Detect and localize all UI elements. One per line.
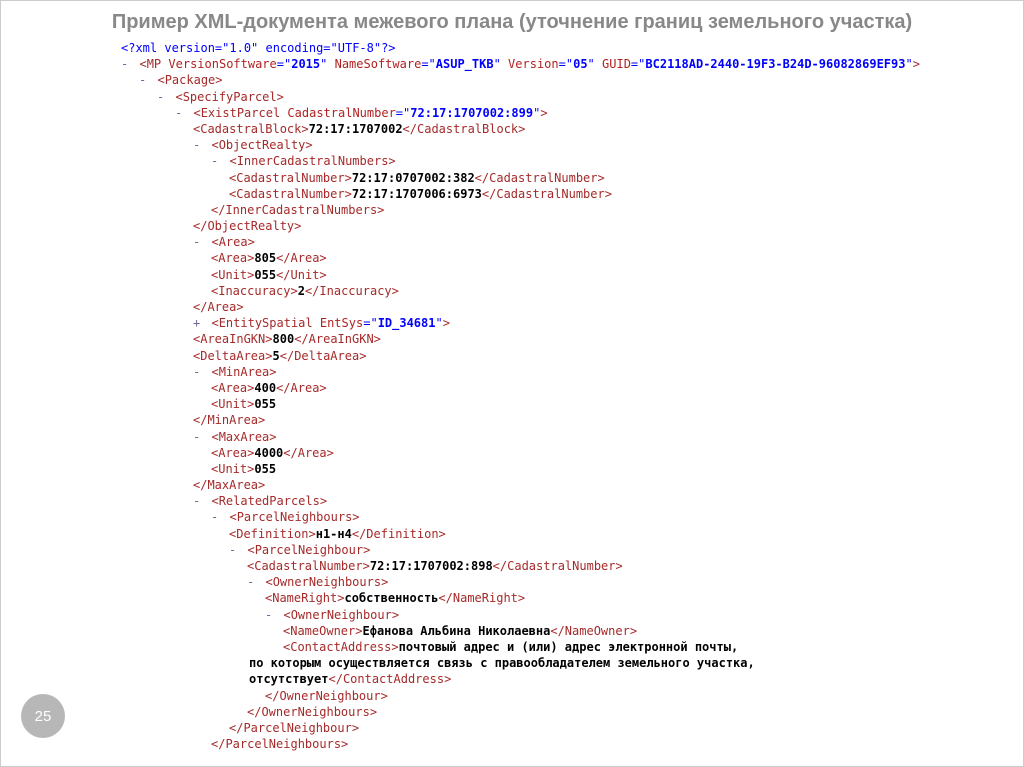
entityspatial: + <EntitySpatial EntSys="ID_34681"> xyxy=(121,315,1023,331)
parcelneighbours-open: - <ParcelNeighbours> xyxy=(121,509,1023,525)
area-open: - <Area> xyxy=(121,234,1023,250)
ownerneighbours-open: - <OwnerNeighbours> xyxy=(121,574,1023,590)
xml-source-view: <?xml version="1.0" encoding="UTF-8"?> -… xyxy=(1,40,1023,752)
contactaddress-line3: отсутствует</ContactAddress> xyxy=(121,671,1023,687)
maxarea-area: <Area>4000</Area> xyxy=(121,445,1023,461)
maxarea-close: </MaxArea> xyxy=(121,477,1023,493)
nameright: <NameRight>собственность</NameRight> xyxy=(121,590,1023,606)
ownerneighbour-close: </OwnerNeighbour> xyxy=(121,688,1023,704)
areaingkn: <AreaInGKN>800</AreaInGKN> xyxy=(121,331,1023,347)
parcelneighbour-close: </ParcelNeighbour> xyxy=(121,720,1023,736)
contactaddress-line1: <ContactAddress>почтовый адрес и (или) а… xyxy=(121,639,1023,655)
package-open: - <Package> xyxy=(121,72,1023,88)
cadastralnumber-2: <CadastralNumber>72:17:1707006:6973</Cad… xyxy=(121,186,1023,202)
maxarea-open: - <MaxArea> xyxy=(121,429,1023,445)
minarea-open: - <MinArea> xyxy=(121,364,1023,380)
ownerneighbour-open: - <OwnerNeighbour> xyxy=(121,607,1023,623)
definition: <Definition>н1-н4</Definition> xyxy=(121,526,1023,542)
maxarea-unit: <Unit>055 xyxy=(121,461,1023,477)
contactaddress-line2: по которым осуществляется связь с правоо… xyxy=(121,655,1023,671)
deltaarea: <DeltaArea>5</DeltaArea> xyxy=(121,348,1023,364)
minarea-area: <Area>400</Area> xyxy=(121,380,1023,396)
unit-value: <Unit>055</Unit> xyxy=(121,267,1023,283)
minarea-unit: <Unit>055 xyxy=(121,396,1023,412)
area-value: <Area>805</Area> xyxy=(121,250,1023,266)
cadastralblock: <CadastralBlock>72:17:1707002</Cadastral… xyxy=(121,121,1023,137)
inaccuracy-value: <Inaccuracy>2</Inaccuracy> xyxy=(121,283,1023,299)
existparcel-open: - <ExistParcel CadastralNumber="72:17:17… xyxy=(121,105,1023,121)
objectrealty-open: - <ObjectRealty> xyxy=(121,137,1023,153)
objectrealty-close: </ObjectRealty> xyxy=(121,218,1023,234)
specifyparcel-open: - <SpecifyParcel> xyxy=(121,89,1023,105)
xml-declaration: <?xml version="1.0" encoding="UTF-8"?> xyxy=(121,41,396,55)
mp-open: - <MP VersionSoftware="2015" NameSoftwar… xyxy=(121,56,1023,72)
ownerneighbours-close: </OwnerNeighbours> xyxy=(121,704,1023,720)
innercn-open: - <InnerCadastralNumbers> xyxy=(121,153,1023,169)
area-close: </Area> xyxy=(121,299,1023,315)
neighbour-cn: <CadastralNumber>72:17:1707002:898</Cada… xyxy=(121,558,1023,574)
innercn-close: </InnerCadastralNumbers> xyxy=(121,202,1023,218)
nameowner: <NameOwner>Ефанова Альбина Николаевна</N… xyxy=(121,623,1023,639)
page-number: 25 xyxy=(21,694,65,738)
parcelneighbours-close: </ParcelNeighbours> xyxy=(121,736,1023,752)
cadastralnumber-1: <CadastralNumber>72:17:0707002:382</Cada… xyxy=(121,170,1023,186)
slide-title: Пример XML-документа межевого плана (уто… xyxy=(1,1,1023,40)
parcelneighbour-open: - <ParcelNeighbour> xyxy=(121,542,1023,558)
relatedparcels-open: - <RelatedParcels> xyxy=(121,493,1023,509)
minarea-close: </MinArea> xyxy=(121,412,1023,428)
